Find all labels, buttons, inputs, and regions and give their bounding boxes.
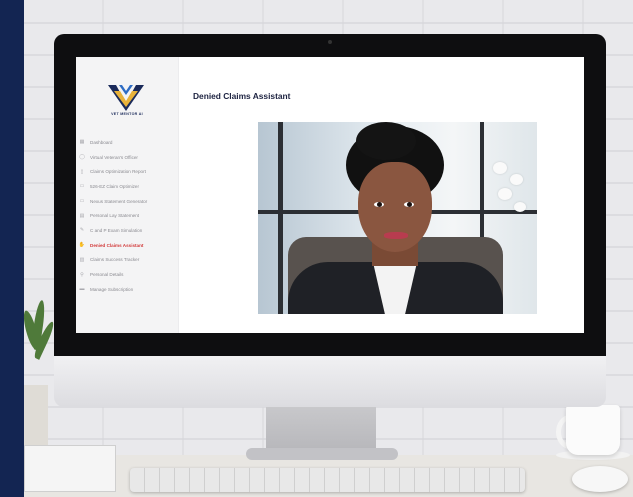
- monitor-stand-base: [246, 448, 398, 460]
- orchid-flower: [514, 202, 526, 212]
- avatar-video[interactable]: [258, 122, 537, 314]
- document-icon: ▤: [79, 212, 85, 219]
- plant: [20, 299, 57, 430]
- window-frame: [278, 122, 283, 314]
- app-screen: VET MENTOR AI ▦ Dashboard ◯ Virtual Vete…: [76, 57, 584, 333]
- orchid-flower: [498, 188, 512, 200]
- sidebar: VET MENTOR AI ▦ Dashboard ◯ Virtual Vete…: [76, 57, 179, 333]
- grid-icon: ▦: [79, 139, 85, 146]
- sidebar-item-label: Claims Optimization Report: [90, 169, 146, 175]
- sidebar-item-personal-details[interactable]: ⚲ Personal Details: [78, 267, 178, 282]
- sidebar-item-label: Denied Claims Assistant: [90, 242, 144, 248]
- sidebar-item-personal-lay-statement[interactable]: ▤ Personal Lay Statement: [78, 208, 178, 223]
- main-content: Denied Claims Assistant: [178, 57, 584, 333]
- sidebar-item-nexus-statement-generator[interactable]: ▭ Nexus Statement Generator: [78, 194, 178, 209]
- sidebar-item-claims-optimization-report[interactable]: ▯ Claims Optimization Report: [78, 164, 178, 179]
- sidebar-item-claims-success-tracker[interactable]: ▥ Claims Success Tracker: [78, 253, 178, 268]
- tracker-icon: ▥: [79, 256, 85, 263]
- sidebar-item-label: Virtual Veteran's Officer: [90, 154, 138, 160]
- sidebar-item-dashboard[interactable]: ▦ Dashboard: [78, 135, 178, 150]
- coffee-cup: [566, 405, 620, 455]
- mouse: [572, 466, 628, 492]
- sidebar-item-label: Personal Lay Statement: [90, 213, 140, 219]
- person-eye: [404, 202, 414, 207]
- sidebar-nav: ▦ Dashboard ◯ Virtual Veteran's Officer …: [78, 135, 178, 297]
- sidebar-item-526ez-claim-optimizer[interactable]: ▭ 526-EZ Claim Optimizer: [78, 179, 178, 194]
- person-lips: [384, 232, 408, 239]
- user-icon: ◯: [79, 154, 85, 161]
- logo-text: VET MENTOR AI: [111, 112, 143, 116]
- monitor-chin: [54, 355, 606, 407]
- link-icon: ▭: [79, 198, 85, 205]
- keyboard: [130, 468, 525, 492]
- sidebar-item-label: C and P Exam Simulation: [90, 227, 143, 233]
- sidebar-item-label: Dashboard: [90, 139, 113, 145]
- card-icon: ▬: [79, 286, 85, 293]
- page-title: Denied Claims Assistant: [193, 91, 291, 101]
- notebook: [24, 445, 116, 492]
- sidebar-item-manage-subscription[interactable]: ▬ Manage Subscription: [78, 282, 178, 297]
- sidebar-item-c-and-p-exam-simulation[interactable]: ✎ C and P Exam Simulation: [78, 223, 178, 238]
- vet-mentor-logo-icon[interactable]: [106, 81, 146, 113]
- sidebar-item-label: Personal Details: [90, 272, 124, 278]
- person-hair-bun: [356, 122, 416, 160]
- outer-frame: [0, 0, 24, 497]
- webcam-icon: [328, 40, 332, 44]
- orchid-flower: [493, 162, 507, 174]
- photo-scene: VET MENTOR AI ▦ Dashboard ◯ Virtual Vete…: [0, 0, 633, 497]
- report-icon: ▯: [80, 168, 84, 175]
- sidebar-item-label: Manage Subscription: [90, 286, 134, 292]
- form-icon: ▭: [79, 183, 85, 190]
- sidebar-item-label: Claims Success Tracker: [90, 257, 140, 263]
- sidebar-item-label: Nexus Statement Generator: [90, 198, 148, 204]
- thumbs-down-icon: ✋: [78, 242, 86, 249]
- sidebar-item-denied-claims-assistant[interactable]: ✋ Denied Claims Assistant: [78, 238, 178, 253]
- person-icon: ⚲: [80, 271, 84, 278]
- orchid-flower: [510, 174, 523, 185]
- edit-icon: ✎: [79, 227, 85, 234]
- person-eye: [374, 202, 384, 207]
- monitor-stand: [266, 404, 376, 454]
- sidebar-item-virtual-veterans-officer[interactable]: ◯ Virtual Veteran's Officer: [78, 150, 178, 165]
- sidebar-item-label: 526-EZ Claim Optimizer: [90, 183, 140, 189]
